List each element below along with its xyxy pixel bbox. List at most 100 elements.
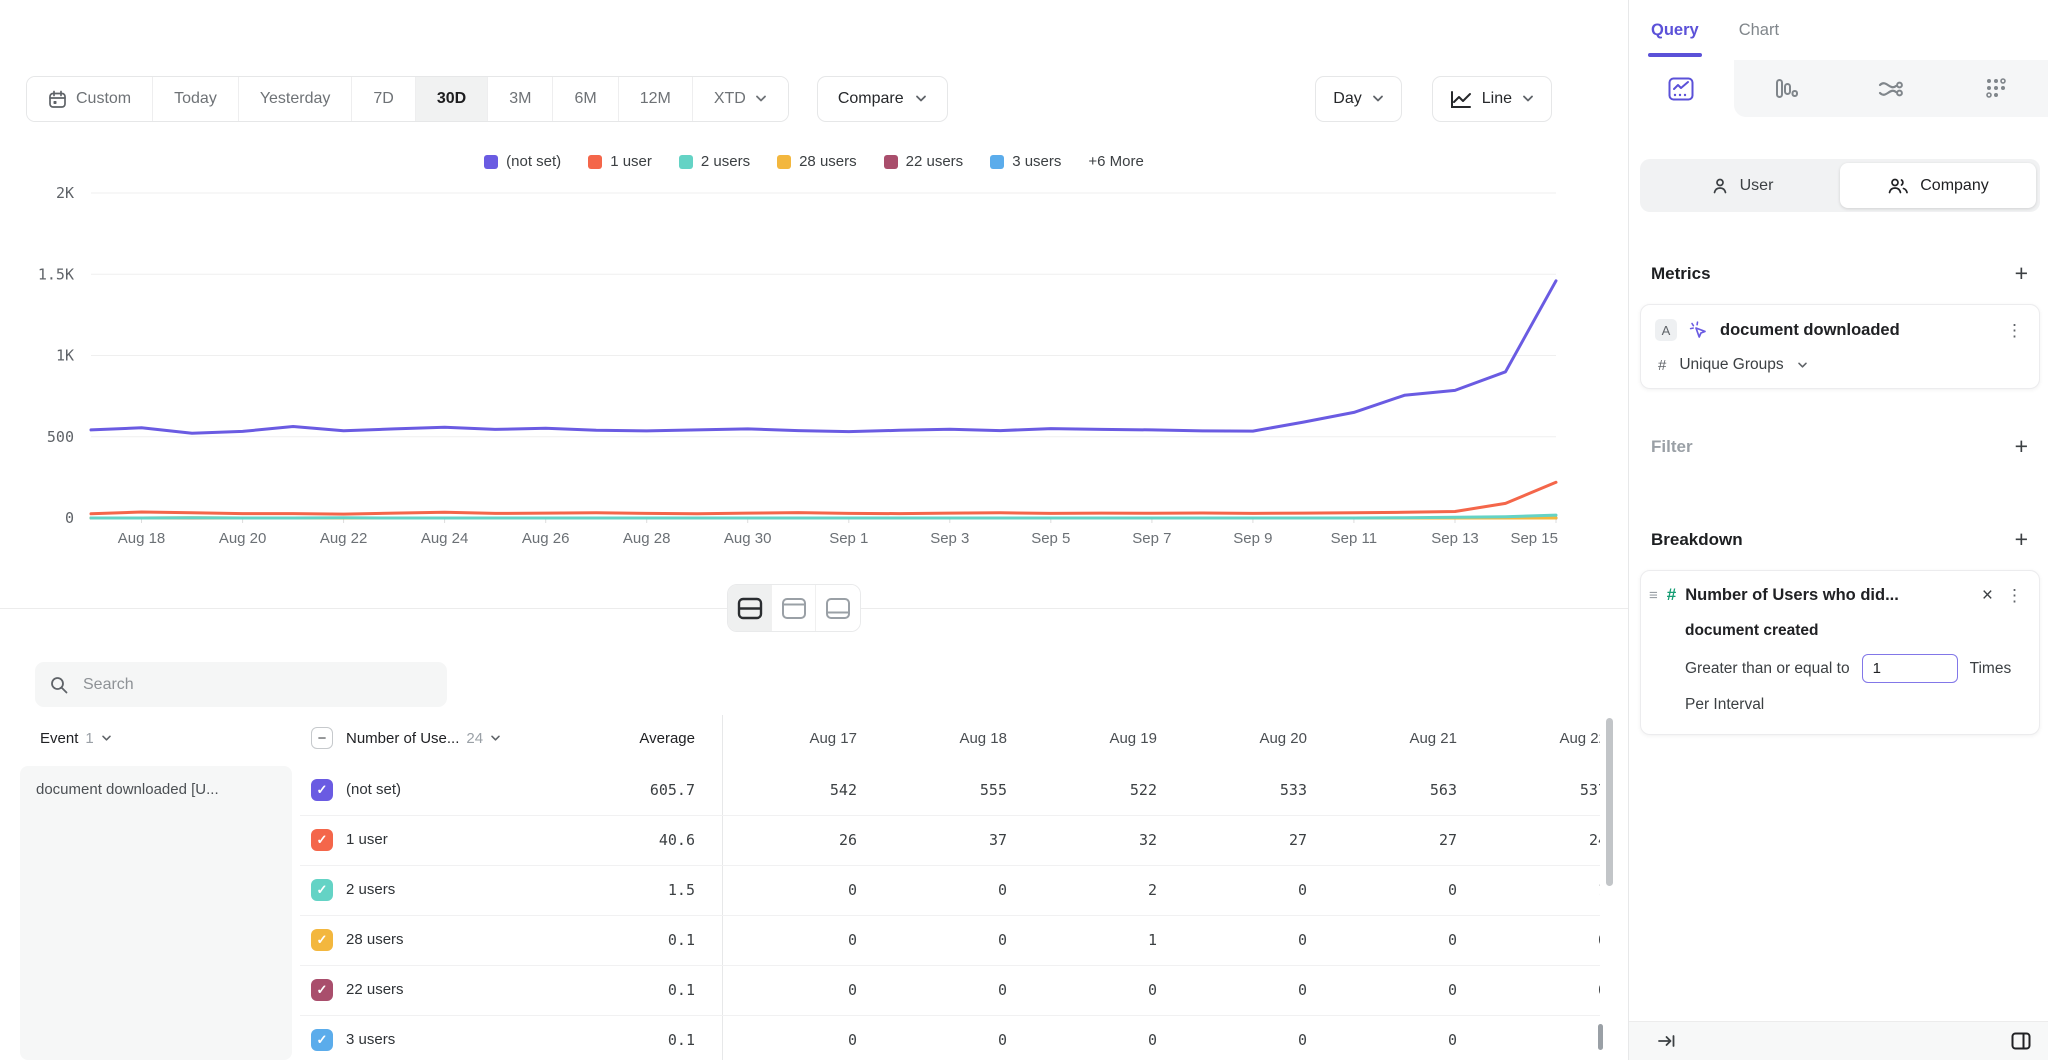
event-list-item[interactable]: document downloaded [U...	[20, 766, 292, 1060]
range-custom[interactable]: Custom	[27, 77, 153, 121]
panel-tabs: Query Chart	[1629, 0, 2048, 60]
interval-dropdown[interactable]: Day	[1315, 76, 1401, 122]
breakdown-kebab-menu[interactable]: ⋮	[2004, 587, 2025, 604]
range-today[interactable]: Today	[153, 77, 239, 121]
drag-handle-icon[interactable]: ≡	[1649, 587, 1658, 604]
svg-text:Aug 18: Aug 18	[118, 530, 166, 547]
cell-value: 37	[862, 831, 1007, 849]
table-only-icon	[825, 597, 851, 620]
column-header-aug-18[interactable]: Aug 18	[862, 730, 1007, 747]
legend-swatch	[679, 155, 693, 169]
legend-item[interactable]: (not set)	[484, 153, 561, 170]
metric-event-name[interactable]: document downloaded	[1720, 321, 1993, 340]
legend-item[interactable]: 28 users	[777, 153, 857, 170]
filter-heading: Filter	[1651, 437, 1693, 457]
entity-user-label: User	[1740, 177, 1774, 195]
range-7d[interactable]: 7D	[352, 77, 415, 121]
legend-item[interactable]: 1 user	[588, 153, 652, 170]
table-scrollbar[interactable]	[1606, 718, 1613, 886]
filter-section-header: Filter +	[1629, 435, 2048, 458]
metric-kebab-menu[interactable]: ⋮	[2004, 322, 2025, 339]
series-checkbox[interactable]: ✓	[311, 829, 333, 851]
metric-card: A document downloaded ⋮ # Unique Groups	[1640, 304, 2040, 389]
remove-breakdown-button[interactable]: ×	[1980, 586, 1995, 605]
entity-option-company[interactable]: Company	[1840, 163, 2036, 208]
line-chart-icon	[1450, 90, 1472, 109]
entity-option-user[interactable]: User	[1644, 163, 1840, 208]
table-row: ✓1 user40.6263732272724	[300, 816, 1628, 866]
table-row: ✓(not set)605.7542555522533563537	[300, 766, 1628, 816]
layout-split-view-button[interactable]	[728, 585, 772, 631]
range-xtd[interactable]: XTD	[693, 77, 788, 121]
cell-value: 0	[1012, 1031, 1157, 1049]
series-checkbox[interactable]: ✓	[311, 929, 333, 951]
series-label: 2 users	[346, 881, 395, 898]
series-average: 40.6	[555, 831, 695, 849]
range-yesterday[interactable]: Yesterday	[239, 77, 353, 121]
panel-layout-icon[interactable]	[2011, 1032, 2031, 1050]
series-checkbox[interactable]: ✓	[311, 1029, 333, 1051]
condition-value-input[interactable]	[1862, 654, 1958, 683]
cell-value: 0	[1162, 981, 1307, 999]
series-average: 1.5	[555, 881, 695, 899]
series-checkbox[interactable]: ✓	[311, 879, 333, 901]
search-input[interactable]	[81, 675, 432, 695]
series-checkbox[interactable]: ✓	[311, 979, 333, 1001]
layout-chart-only-button[interactable]	[772, 585, 816, 631]
tab-query[interactable]: Query	[1651, 0, 1699, 60]
tab-chart[interactable]: Chart	[1739, 0, 1779, 60]
interval-label[interactable]: Per Interval	[1685, 696, 2025, 714]
legend-more[interactable]: +6 More	[1088, 153, 1143, 170]
series-column-header[interactable]: Number of Use... 24	[346, 730, 501, 747]
svg-text:Sep 15: Sep 15	[1510, 530, 1558, 547]
series-checkbox[interactable]: ✓	[311, 779, 333, 801]
chart-toolbar: CustomTodayYesterday7D30D 3M 6M 12MXTD Comp…	[26, 76, 948, 122]
legend-item[interactable]: 2 users	[679, 153, 750, 170]
bar-chart-tab[interactable]	[1734, 60, 1839, 117]
measure-selector[interactable]: # Unique Groups	[1658, 356, 2025, 374]
range-label: 6M	[574, 90, 596, 108]
column-header-aug-21[interactable]: Aug 21	[1312, 730, 1457, 747]
layout-table-only-button[interactable]	[816, 585, 860, 631]
collapse-panel-icon[interactable]	[1657, 1033, 1676, 1049]
scrollbar-thumb-small[interactable]	[1598, 1024, 1603, 1050]
table-row: ✓2 users1.5002001	[300, 866, 1628, 916]
indeterminate-icon: −	[318, 730, 327, 747]
cell-value: 0	[862, 981, 1007, 999]
svg-text:Aug 24: Aug 24	[421, 530, 469, 547]
legend-item[interactable]: 22 users	[884, 153, 964, 170]
range-label: 3M	[509, 90, 531, 108]
cell-value: 0	[1312, 931, 1457, 949]
add-metric-button[interactable]: +	[2015, 262, 2028, 285]
event-column-header[interactable]: Event 1	[40, 730, 112, 747]
series-count: 24	[466, 730, 483, 747]
add-filter-button[interactable]: +	[2015, 435, 2028, 458]
cell-value: 0	[1462, 931, 1607, 949]
range-3m[interactable]: 3M	[488, 77, 553, 121]
cell-value: 0	[1462, 981, 1607, 999]
chart-type-dropdown[interactable]: Line	[1432, 76, 1552, 122]
flow-chart-tab[interactable]	[1839, 60, 1944, 117]
breakdown-event-name[interactable]: document created	[1685, 622, 2025, 640]
cell-value: 1	[1012, 931, 1157, 949]
breakdown-title[interactable]: Number of Users who did...	[1685, 586, 1971, 605]
legend-swatch	[884, 155, 898, 169]
column-header-aug-22[interactable]: Aug 22	[1462, 730, 1607, 747]
range-12m[interactable]: 12M	[619, 77, 693, 121]
range-6m[interactable]: 6M	[553, 77, 618, 121]
legend-item[interactable]: 3 users	[990, 153, 1061, 170]
chart-legend: (not set) 1 user 2 users 28 users 22 users 3 …	[0, 153, 1628, 170]
series-average: 0.1	[555, 931, 695, 949]
range-30d[interactable]: 30D	[416, 77, 488, 121]
compare-button[interactable]: Compare	[817, 76, 948, 122]
column-header-aug-20[interactable]: Aug 20	[1162, 730, 1307, 747]
line-chart-tab[interactable]	[1629, 60, 1734, 117]
chevron-down-icon	[1522, 95, 1534, 103]
analytics-app: CustomTodayYesterday7D30D 3M 6M 12MXTD Comp…	[0, 0, 2048, 1060]
select-all-checkbox[interactable]: −	[311, 727, 333, 749]
scatter-chart-tab[interactable]	[1943, 60, 2048, 117]
average-column-header[interactable]: Average	[555, 730, 695, 747]
column-header-aug-19[interactable]: Aug 19	[1012, 730, 1157, 747]
column-header-aug-17[interactable]: Aug 17	[712, 730, 857, 747]
add-breakdown-button[interactable]: +	[2015, 528, 2028, 551]
